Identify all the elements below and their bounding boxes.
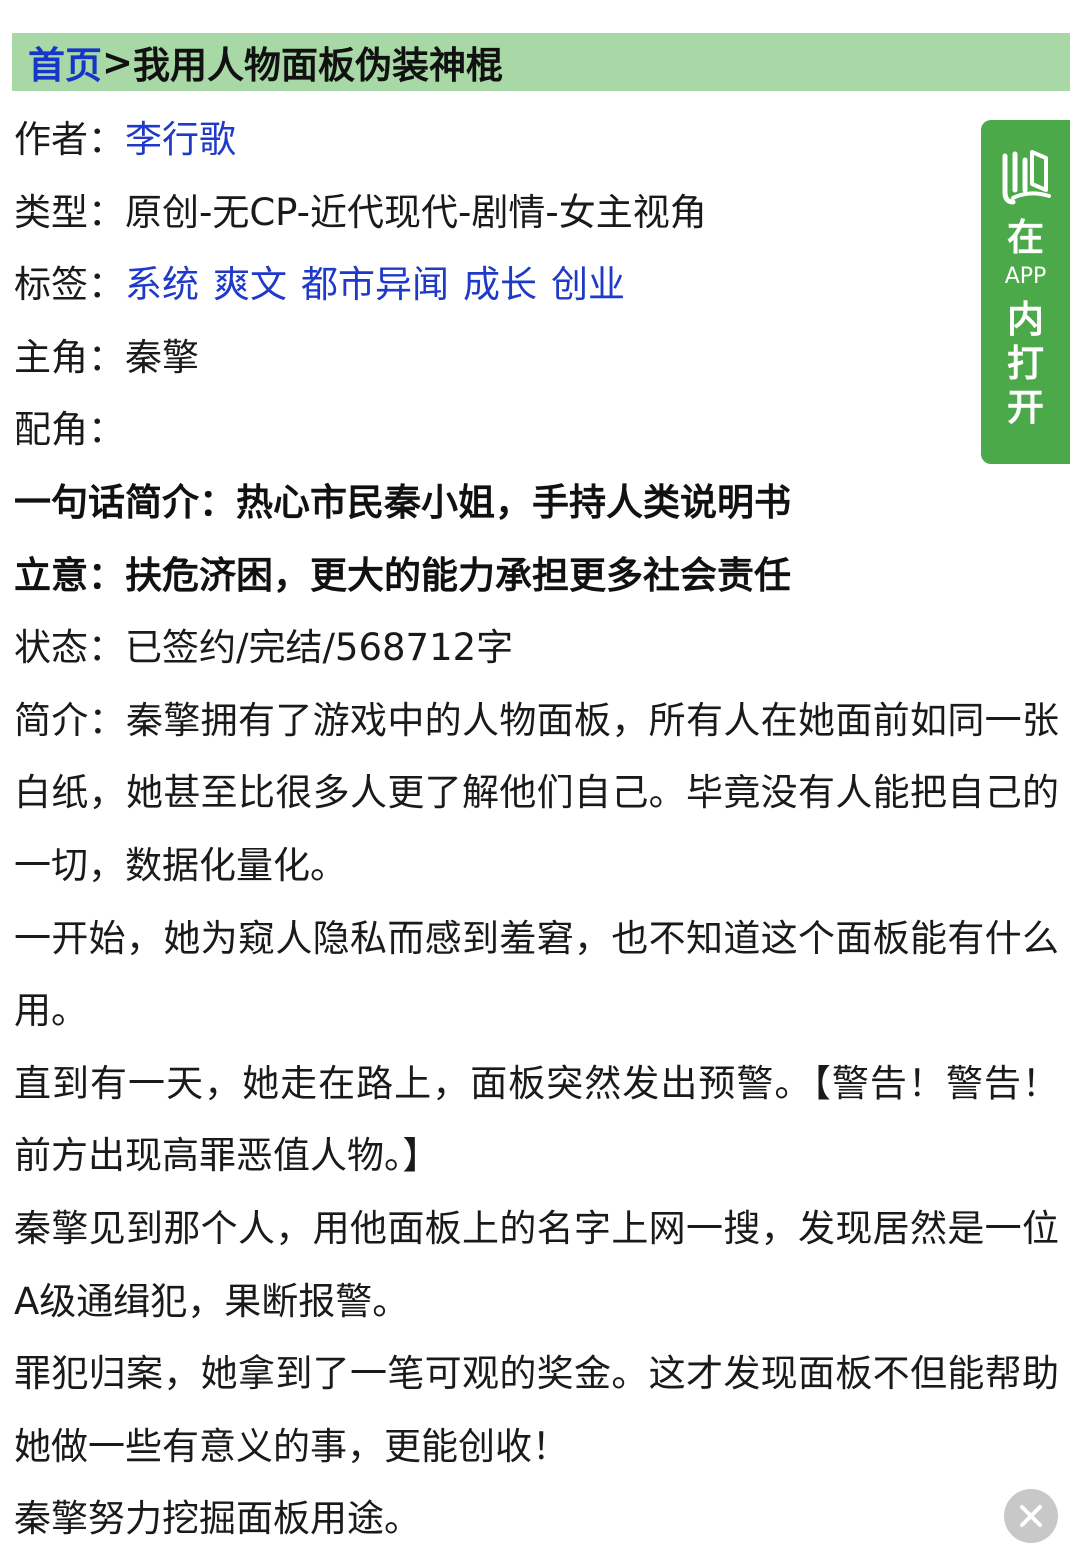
close-button[interactable] [1004, 1489, 1058, 1543]
tags-row: 标签：系统 爽文 都市异闻 成长 创业 [14, 249, 1064, 322]
status-value: 已签约/完结/568712字 [125, 626, 514, 670]
status-label: 状态： [14, 626, 125, 670]
protagonist-label: 主角： [14, 335, 125, 379]
app-button-char: 内 [1007, 298, 1044, 341]
author-label: 作者： [14, 118, 125, 161]
app-button-char: 打 [1007, 342, 1044, 385]
type-label: 类型： [14, 190, 125, 234]
type-value: 原创-无CP-近代现代-剧情-女主视角 [125, 190, 707, 234]
breadcrumb-home-link[interactable]: 首页 [28, 35, 102, 89]
synopsis-paragraph: 简介：秦擎拥有了游戏中的人物面板，所有人在她面前如同一张白纸，她甚至比很多人更了… [14, 685, 1059, 903]
synopsis-text: 秦擎拥有了游戏中的人物面板，所有人在她面前如同一张白纸，她甚至比很多人更了解他们… [14, 698, 1059, 887]
book-info: 作者：李行歌 类型：原创-无CP-近代现代-剧情-女主视角 标签：系统 爽文 都市异… [14, 104, 1064, 1556]
status-row: 状态：已签约/完结/568712字 [14, 612, 1064, 685]
open-in-app-button[interactable]: 在 APP 内 打 开 [981, 120, 1070, 464]
author-link[interactable]: 李行歌 [125, 118, 236, 161]
tag-link[interactable]: 系统 [125, 263, 199, 306]
breadcrumb: 首页 > 我用人物面板伪装神棍 [12, 33, 1070, 91]
tag-link[interactable]: 成长 [463, 263, 537, 306]
app-button-char: 在 [1007, 216, 1044, 259]
app-button-app-label: APP [1004, 264, 1047, 289]
synopsis-paragraph: 直到有一天，她走在路上，面板突然发出预警。【警告！警告！前方出现高罪恶值人物。】 [14, 1061, 1059, 1178]
protagonist-value: 秦擎 [125, 335, 199, 379]
type-row: 类型：原创-无CP-近代现代-剧情-女主视角 [14, 177, 1064, 250]
synopsis-paragraph: 秦擎见到那个人，用他面板上的名字上网一搜，发现居然是一位A级通缉犯，果断报警。 [14, 1206, 1059, 1323]
page-title: 我用人物面板伪装神棍 [133, 44, 504, 87]
tag-link[interactable]: 创业 [551, 263, 625, 306]
theme: 立意：扶危济困，更大的能力承担更多社会责任 [14, 553, 791, 597]
supporting-label: 配角： [14, 408, 125, 452]
tags-label: 标签： [14, 263, 125, 307]
supporting-row: 配角： [14, 394, 1064, 467]
protagonist-row: 主角：秦擎 [14, 322, 1064, 395]
synopsis-paragraph: 一开始，她为窥人隐私而感到羞窘，也不知道这个面板能有什么用。 [14, 916, 1059, 1033]
jjwxc-book-logo-icon [1002, 150, 1051, 205]
tag-link[interactable]: 都市异闻 [301, 263, 449, 306]
breadcrumb-separator: > [102, 40, 134, 84]
author-row: 作者：李行歌 [14, 104, 1064, 177]
app-button-char: 开 [1007, 386, 1044, 429]
synopsis-paragraph: 秦擎努力挖掘面板用途。 [14, 1497, 421, 1541]
tag-link[interactable]: 爽文 [213, 263, 287, 306]
close-icon [1020, 1505, 1042, 1527]
synopsis-label: 简介： [14, 698, 126, 742]
synopsis-paragraph: 罪犯归案，她拿到了一笔可观的奖金。这才发现面板不但能帮助她做一些有意义的事，更能… [14, 1352, 1059, 1468]
oneliner: 一句话简介：热心市民秦小姐，手持人类说明书 [14, 480, 791, 524]
